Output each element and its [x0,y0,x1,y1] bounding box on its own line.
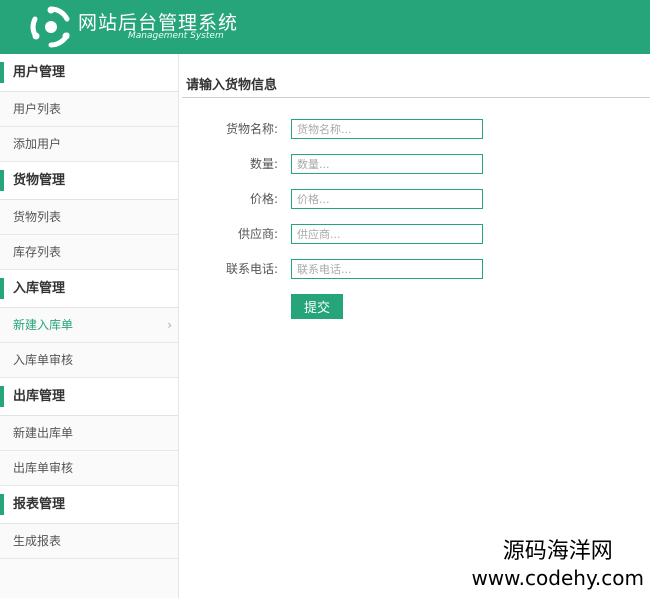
phone-input[interactable] [291,259,483,279]
form-row-price: 价格: [178,189,650,213]
sidebar-group-label: 出库管理 [13,389,66,404]
phone-label: 联系电话: [225,262,278,276]
price-label: 价格: [249,192,278,206]
section-title: 请输入货物信息 [186,78,278,93]
watermark-url: www.codehy.com [471,566,644,590]
goods-name-input[interactable] [291,119,483,139]
sidebar-item-generate-report[interactable]: 生成报表 [0,524,178,559]
sidebar-item-outbound-review[interactable]: 出库单审核 [0,451,178,486]
sidebar-group-outbound[interactable]: 出库管理 [0,378,178,416]
sidebar-item-inbound-review[interactable]: 入库单审核 [0,343,178,378]
sidebar-group-user[interactable]: 用户管理 [0,54,178,92]
supplier-input[interactable] [291,224,483,244]
sidebar-group-inbound[interactable]: 入库管理 [0,270,178,308]
watermark-name: 源码海洋网 [502,539,613,564]
sidebar-group-label: 入库管理 [13,281,66,296]
sidebar-group-label: 报表管理 [13,497,66,512]
form-row-goods-name: 货物名称: [178,119,650,143]
divider [182,97,650,98]
form-row-phone: 联系电话: [178,259,650,283]
sidebar-group-report[interactable]: 报表管理 [0,486,178,524]
sidebar-item-goods-list[interactable]: 货物列表 [0,200,178,235]
quantity-label: 数量: [249,157,278,171]
sidebar-group-goods[interactable]: 货物管理 [0,162,178,200]
sidebar-group-label: 货物管理 [13,173,66,188]
form-row-quantity: 数量: [178,154,650,178]
form-row-supplier: 供应商: [178,224,650,248]
sidebar-item-new-inbound[interactable]: 新建入库单 › [0,308,178,343]
sidebar: 用户管理 用户列表 添加用户 货物管理 货物列表 库存列表 入库管理 新建入库单… [0,54,179,598]
goods-name-label: 货物名称: [225,122,278,136]
sidebar-item-add-user[interactable]: 添加用户 [0,127,178,162]
logo-icon [30,6,70,48]
top-header: 网站后台管理系统 Management System [0,0,650,54]
quantity-input[interactable] [291,154,483,174]
watermark: 源码海洋网 www.codehy.com [471,538,644,590]
sidebar-group-label: 用户管理 [13,65,66,80]
supplier-label: 供应商: [237,227,278,241]
sidebar-item-user-list[interactable]: 用户列表 [0,92,178,127]
sidebar-item-stock-list[interactable]: 库存列表 [0,235,178,270]
app-subtitle: Management System [128,31,224,41]
sidebar-item-label: 新建入库单 [13,318,74,332]
main-content: 请输入货物信息 货物名称: 数量: 价格: 供应商: 联系电话: 提交 [178,54,650,598]
submit-button[interactable]: 提交 [291,294,343,319]
chevron-right-icon: › [167,318,172,332]
price-input[interactable] [291,189,483,209]
sidebar-item-new-outbound[interactable]: 新建出库单 [0,416,178,451]
